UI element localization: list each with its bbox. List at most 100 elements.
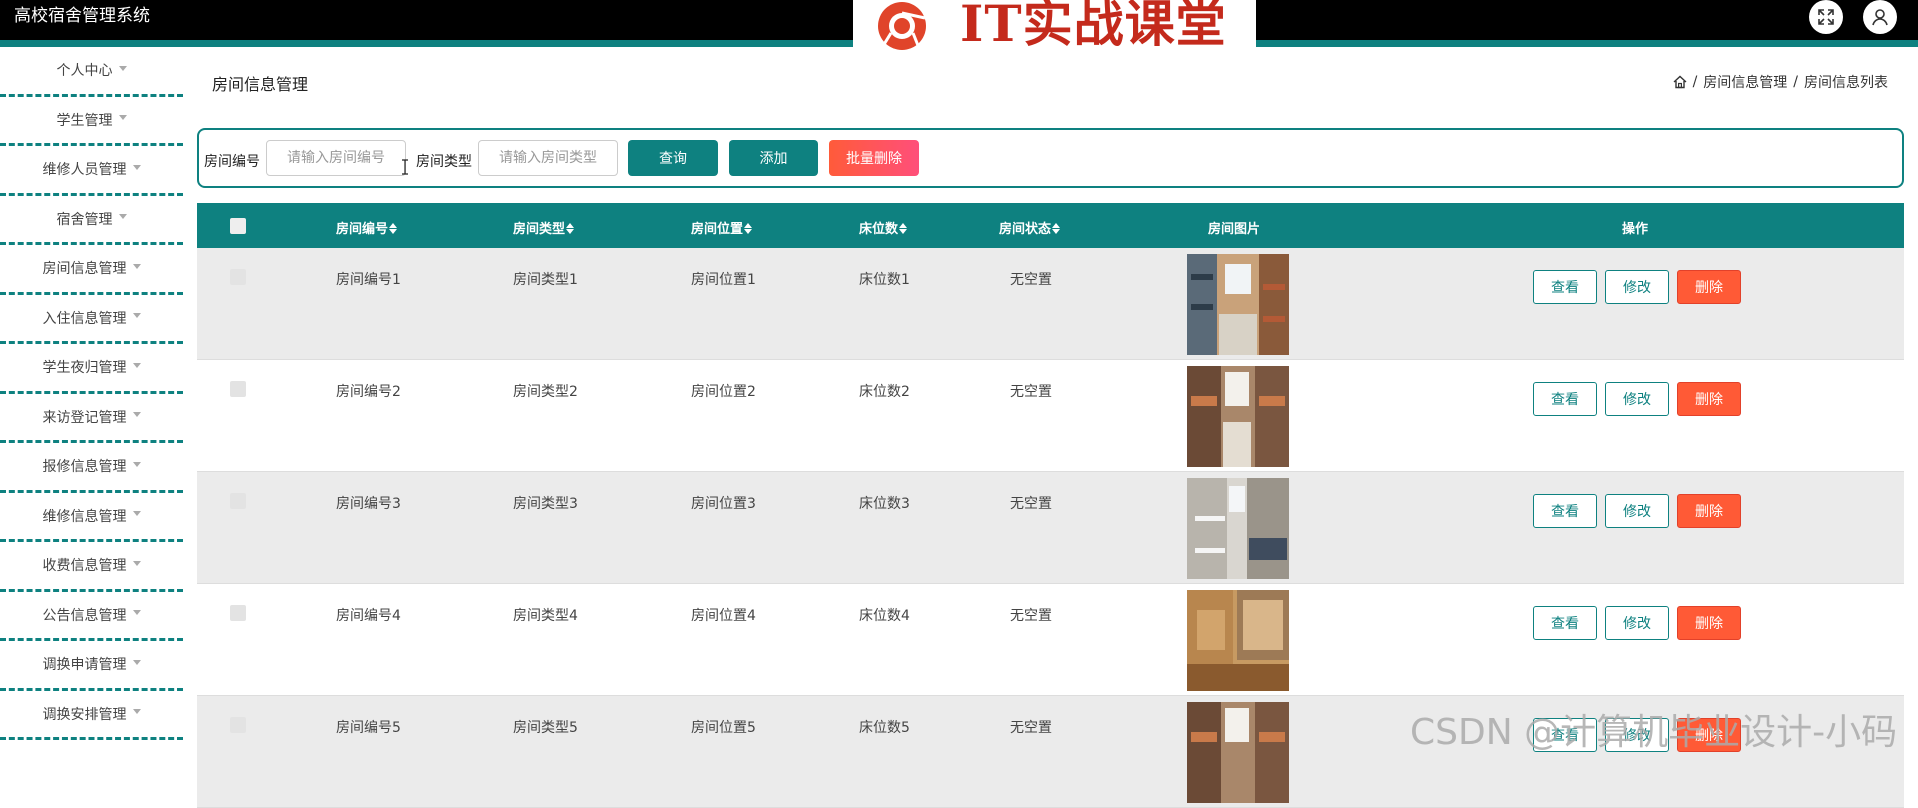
- brand-text: IT实战课堂: [960, 0, 1227, 53]
- edit-button[interactable]: 修改: [1605, 606, 1669, 640]
- sidebar-item-label: 学生夜归管理: [42, 360, 127, 377]
- row-checkbox[interactable]: [230, 381, 246, 397]
- sidebar-item-label: 房间信息管理: [42, 261, 127, 278]
- cell-room-no: 房间编号2: [336, 384, 401, 400]
- cell-room-type: 房间类型5: [513, 720, 578, 736]
- room-type-input[interactable]: [478, 140, 618, 176]
- th-actions: 操作: [1622, 222, 1649, 237]
- search-bar: 房间编号 房间类型 查询 添加 批量删除: [197, 128, 1904, 188]
- row-checkbox[interactable]: [230, 605, 246, 621]
- caret-down-icon: [132, 412, 141, 418]
- sidebar-item-label: 来访登记管理: [42, 409, 127, 426]
- sidebar-item-label: 报修信息管理: [42, 459, 127, 476]
- sidebar-item-announcements[interactable]: 公告信息管理: [0, 592, 183, 641]
- room-image[interactable]: [1187, 254, 1289, 355]
- sidebar-item-label: 学生管理: [56, 112, 113, 129]
- sidebar-item-personal-center[interactable]: 个人中心: [0, 47, 183, 97]
- table-row: 房间编号5 房间类型5 房间位置5 床位数5 无空置 查看 修改 删除: [197, 696, 1904, 808]
- table-row: 房间编号1 房间类型1 房间位置1 床位数1 无空置 查看 修改 删除: [197, 248, 1904, 360]
- caret-down-icon: [132, 709, 141, 715]
- view-button[interactable]: 查看: [1533, 382, 1597, 416]
- delete-button[interactable]: 删除: [1677, 382, 1741, 416]
- th-room-type[interactable]: 房间类型: [513, 218, 575, 237]
- add-button[interactable]: 添加: [729, 140, 818, 176]
- breadcrumb-item[interactable]: 房间信息管理: [1703, 72, 1787, 92]
- delete-button[interactable]: 删除: [1677, 606, 1741, 640]
- cell-room-no: 房间编号4: [336, 608, 401, 624]
- sidebar: 个人中心 学生管理 维修人员管理 宿舍管理 房间信息管理 入住信息管理 学生夜归…: [0, 47, 183, 757]
- room-no-input[interactable]: [266, 140, 406, 176]
- view-button[interactable]: 查看: [1533, 494, 1597, 528]
- view-button[interactable]: 查看: [1533, 270, 1597, 304]
- cell-beds: 床位数3: [859, 496, 910, 512]
- sort-icon[interactable]: [1052, 223, 1061, 235]
- sidebar-item-repair-staff[interactable]: 维修人员管理: [0, 146, 183, 196]
- room-image[interactable]: [1187, 702, 1289, 803]
- cell-status: 无空置: [1010, 272, 1052, 288]
- home-icon[interactable]: [1673, 75, 1687, 89]
- caret-down-icon: [132, 313, 141, 319]
- delete-button[interactable]: 删除: [1677, 718, 1741, 752]
- app-title: 高校宿舍管理系统: [14, 6, 150, 26]
- row-checkbox[interactable]: [230, 269, 246, 285]
- breadcrumb-separator: /: [1793, 74, 1798, 90]
- cell-room-type: 房间类型4: [513, 608, 578, 624]
- user-icon[interactable]: [1863, 0, 1897, 34]
- sidebar-item-repair-report[interactable]: 报修信息管理: [0, 443, 183, 493]
- sidebar-item-room-info[interactable]: 房间信息管理: [0, 245, 183, 295]
- room-image[interactable]: [1187, 366, 1289, 467]
- cell-beds: 床位数4: [859, 608, 910, 624]
- sort-icon[interactable]: [389, 223, 398, 235]
- table-row: 房间编号3 房间类型3 房间位置3 床位数3 无空置 查看 修改 删除: [197, 472, 1904, 584]
- sidebar-item-late-return[interactable]: 学生夜归管理: [0, 344, 183, 394]
- cell-beds: 床位数2: [859, 384, 910, 400]
- sidebar-item-dormitory[interactable]: 宿舍管理: [0, 196, 183, 245]
- row-checkbox[interactable]: [230, 493, 246, 509]
- sort-icon[interactable]: [566, 223, 575, 235]
- view-button[interactable]: 查看: [1533, 718, 1597, 752]
- cell-status: 无空置: [1010, 608, 1052, 624]
- table-header: 房间编号 房间类型 房间位置 床位数 房间状态 房间图片 操作: [197, 203, 1904, 248]
- edit-button[interactable]: 修改: [1605, 382, 1669, 416]
- select-all-checkbox[interactable]: [230, 218, 246, 234]
- sidebar-item-label: 收费信息管理: [42, 558, 127, 575]
- sidebar-item-checkin[interactable]: 入住信息管理: [0, 295, 183, 344]
- sidebar-item-visitor[interactable]: 来访登记管理: [0, 394, 183, 443]
- view-button[interactable]: 查看: [1533, 606, 1597, 640]
- room-image[interactable]: [1187, 478, 1289, 579]
- delete-button[interactable]: 删除: [1677, 494, 1741, 528]
- fullscreen-icon[interactable]: [1809, 0, 1843, 34]
- table-row: 房间编号2 房间类型2 房间位置2 床位数2 无空置 查看 修改 删除: [197, 360, 1904, 472]
- sidebar-item-label: 调换申请管理: [42, 657, 127, 674]
- caret-down-icon: [118, 65, 127, 71]
- sidebar-item-fees[interactable]: 收费信息管理: [0, 542, 183, 592]
- cell-room-no: 房间编号3: [336, 496, 401, 512]
- th-label: 房间类型: [513, 222, 566, 237]
- edit-button[interactable]: 修改: [1605, 494, 1669, 528]
- caret-down-icon: [118, 115, 127, 121]
- th-room-no[interactable]: 房间编号: [336, 218, 398, 237]
- batch-delete-button[interactable]: 批量删除: [829, 140, 919, 176]
- sidebar-item-swap-arrangement[interactable]: 调换安排管理: [0, 691, 183, 740]
- edit-button[interactable]: 修改: [1605, 718, 1669, 752]
- sidebar-item-swap-request[interactable]: 调换申请管理: [0, 641, 183, 691]
- edit-button[interactable]: 修改: [1605, 270, 1669, 304]
- cell-room-no: 房间编号5: [336, 720, 401, 736]
- room-image[interactable]: [1187, 590, 1289, 691]
- th-beds[interactable]: 床位数: [859, 218, 908, 237]
- cell-room-location: 房间位置1: [691, 272, 756, 288]
- cell-room-location: 房间位置4: [691, 608, 756, 624]
- sort-icon[interactable]: [899, 223, 908, 235]
- th-status[interactable]: 房间状态: [999, 218, 1061, 237]
- sidebar-item-repair-info[interactable]: 维修信息管理: [0, 493, 183, 542]
- query-button[interactable]: 查询: [628, 140, 718, 176]
- sort-icon[interactable]: [744, 223, 753, 235]
- delete-button[interactable]: 删除: [1677, 270, 1741, 304]
- cell-room-type: 房间类型3: [513, 496, 578, 512]
- sidebar-item-students[interactable]: 学生管理: [0, 97, 183, 146]
- cell-room-location: 房间位置2: [691, 384, 756, 400]
- cell-status: 无空置: [1010, 496, 1052, 512]
- th-label: 房间编号: [336, 222, 389, 237]
- row-checkbox[interactable]: [230, 717, 246, 733]
- th-room-location[interactable]: 房间位置: [691, 218, 753, 237]
